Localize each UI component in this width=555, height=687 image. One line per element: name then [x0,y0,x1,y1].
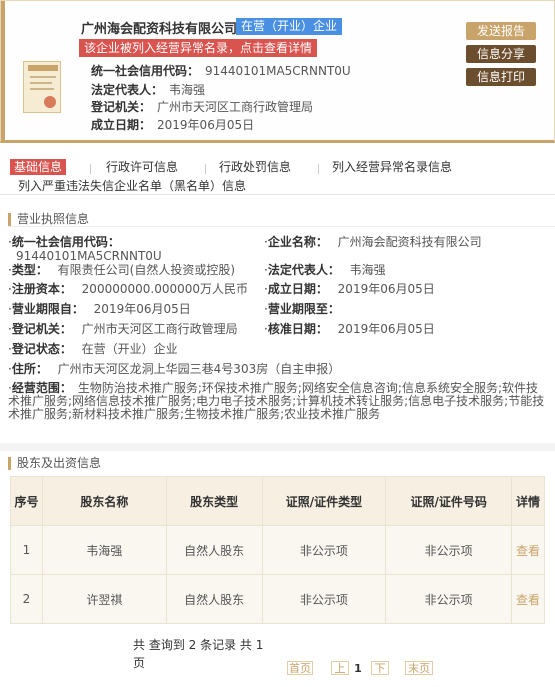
license-address-value: 广州市天河区龙洞上华园三巷4号303房（自主申报） [57,362,341,376]
founded-row: 成立日期： 2019年06月05日 [91,116,254,133]
pager-last-button[interactable]: 末页 [405,661,433,675]
col-header-id-type: 证照/证件类型 [261,476,387,526]
info-tabs: 基础信息 行政许可信息 行政处罚信息 列入经营异常名录信息 列入严重违法失信企业… [0,153,555,195]
license-scope-label: 经营范围： [11,381,72,395]
license-legal-rep-value: 韦海强 [349,263,386,277]
shareholders-section-title: 股东及出资信息 [8,457,101,470]
abnormal-list-notice[interactable]: 该企业被列入经营异常名录，点击查看详情 [79,39,318,57]
license-registry-label: 登记机关： [11,322,72,336]
license-credit-code-value: 91440101MA5CRNNT0U [16,249,162,263]
license-term-start-label: 营业期限自： [11,302,84,316]
share-info-button[interactable]: 信息分享 [466,45,536,63]
pager-first-button[interactable]: 首页 [287,661,313,675]
license-section-title: 营业执照信息 [8,213,89,226]
cell-id-no: 非公示项 [385,574,513,624]
company-summary-card: 广州海会配资科技有限公司 在营（开业）企业 该企业被列入经营异常名录，点击查看详… [0,0,555,143]
section-divider [0,443,555,451]
pager-current-page: 1 [352,661,364,675]
license-credit-code-label: 统一社会信用代码： [11,235,120,249]
tab-divider [318,164,319,174]
license-approval-label: 核准日期： [267,322,328,336]
license-name-value: 广州海会配资科技有限公司 [337,235,482,249]
license-term-start: ·营业期限自： 2019年06月05日 [8,302,191,316]
license-approval-date: ·核准日期： 2019年06月05日 [264,322,435,336]
credit-code-row: 统一社会信用代码： 91440101MA5CRNNT0U [91,62,351,79]
col-header-id-no: 证照/证件号码 [385,476,513,526]
tab-abnormal-list[interactable]: 列入经营异常名录信息 [332,159,452,175]
license-reg-status-label: 登记状态： [11,342,72,356]
license-name-label: 企业名称： [267,235,328,249]
col-header-name: 股东名称 [41,476,167,526]
credit-code-label: 统一社会信用代码： [91,64,200,78]
license-reg-status: ·登记状态： 在营（开业）企业 [8,342,178,356]
shareholders-table: 序号 股东名称 股东类型 证照/证件类型 证照/证件号码 详情 1 韦海强 自然… [10,476,545,624]
license-type-label: 类型： [11,263,48,277]
license-registry: ·登记机关： 广州市天河区工商行政管理局 [8,322,238,336]
license-approval-value: 2019年06月05日 [337,322,435,336]
legal-rep-value: 韦海强 [169,83,206,97]
license-capital-value: 200000000.000000万人民币 [81,282,249,296]
cell-type: 自然人股东 [165,574,263,624]
send-report-button[interactable]: 发送报告 [466,22,536,40]
table-row: 1 韦海强 自然人股东 非公示项 非公示项 查看 [10,525,545,575]
cell-id-type: 非公示项 [261,574,387,624]
tab-admin-license[interactable]: 行政许可信息 [106,159,178,175]
legal-rep-label: 法定代表人： [91,83,164,97]
cell-name: 韦海强 [41,525,167,575]
view-detail-link[interactable]: 查看 [511,574,545,624]
license-capital: ·注册资本： 200000000.000000万人民币 [8,282,249,296]
col-header-detail: 详情 [511,476,545,526]
founded-value: 2019年06月05日 [157,118,255,132]
license-credit-code: ·统一社会信用代码： 91440101MA5CRNNT0U [8,235,162,263]
print-info-button[interactable]: 信息打印 [466,68,536,86]
license-type: ·类型： 有限责任公司(自然人投资或控股) [8,263,236,277]
founded-label: 成立日期： [91,118,152,132]
registry-label: 登记机关： [91,100,152,114]
registry-row: 登记机关： 广州市天河区工商行政管理局 [91,98,313,115]
license-scope-value: 生物防治技术推广服务;环保技术推广服务;网络安全信息咨询;信息系统安全服务;软件… [8,381,545,421]
table-header-row: 序号 股东名称 股东类型 证照/证件类型 证照/证件号码 详情 [10,476,545,526]
license-capital-label: 注册资本： [11,282,72,296]
tab-blacklist[interactable]: 列入严重违法失信企业名单（黑名单）信息 [18,178,246,194]
tab-divider [90,164,91,174]
cell-type: 自然人股东 [165,525,263,575]
pager-prev-button[interactable]: 上 [331,661,349,675]
license-legal-rep: ·法定代表人： 韦海强 [264,263,386,277]
tab-admin-penalty[interactable]: 行政处罚信息 [219,159,291,175]
col-header-no: 序号 [10,476,43,526]
view-detail-link[interactable]: 查看 [511,525,545,575]
license-term-start-value: 2019年06月05日 [93,302,191,316]
license-legal-rep-label: 法定代表人： [267,263,340,277]
license-business-scope: ·经营范围： 生物防治技术推广服务;环保技术推广服务;网络安全信息咨询;信息系统安… [8,381,545,421]
col-header-type: 股东类型 [165,476,263,526]
license-address: ·住所： 广州市天河区龙洞上华园三巷4号303房（自主申报） [8,362,341,376]
table-row: 2 许翌祺 自然人股东 非公示项 非公示项 查看 [10,574,545,624]
cell-no: 2 [10,574,43,624]
status-badge: 在营（开业）企业 [236,18,343,35]
cell-id-no: 非公示项 [385,525,513,575]
license-registry-value: 广州市天河区工商行政管理局 [81,322,238,336]
credit-code-value: 91440101MA5CRNNT0U [205,64,351,78]
license-reg-status-value: 在营（开业）企业 [81,342,178,356]
tab-basic-info[interactable]: 基础信息 [10,159,67,175]
cell-name: 许翌祺 [41,574,167,624]
license-address-label: 住所： [11,362,48,376]
cell-no: 1 [10,525,43,575]
license-term-end-label: 营业期限至： [267,302,340,316]
license-company-name: ·企业名称： 广州海会配资科技有限公司 [264,235,482,249]
license-founded-label: 成立日期： [267,282,328,296]
license-type-value: 有限责任公司(自然人投资或控股) [57,263,236,277]
company-name: 广州海会配资科技有限公司 [81,22,238,37]
legal-rep-row: 法定代表人： 韦海强 [91,81,205,98]
license-founded-value: 2019年06月05日 [337,282,435,296]
registry-value: 广州市天河区工商行政管理局 [157,100,314,114]
pagination-summary: 共 查询到 2 条记录 共 1 页 [133,638,264,670]
cell-id-type: 非公示项 [261,525,387,575]
license-founded: ·成立日期： 2019年06月05日 [264,282,435,296]
business-license-thumbnail[interactable] [23,61,61,113]
tab-divider [205,164,206,174]
license-term-end: ·营业期限至： [264,302,340,316]
pager-next-button[interactable]: 下 [371,661,389,675]
